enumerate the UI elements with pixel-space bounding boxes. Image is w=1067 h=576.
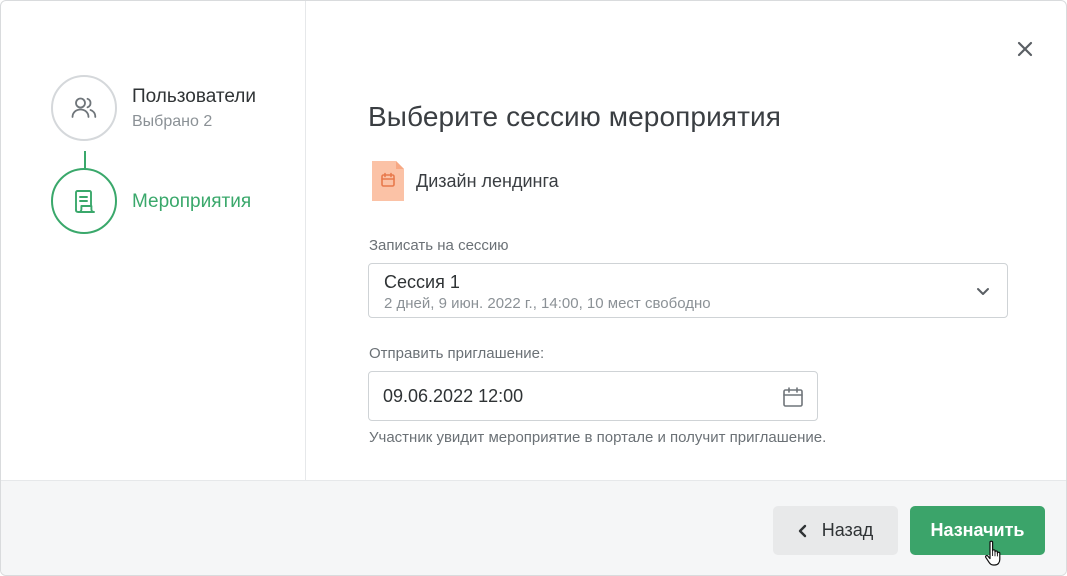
invite-date-input[interactable]: 09.06.2022 12:00	[368, 371, 818, 421]
back-button-label: Назад	[821, 520, 874, 540]
calendar-icon[interactable]	[781, 385, 805, 409]
step-users-circle[interactable]	[51, 75, 117, 141]
hand-cursor-icon	[985, 540, 1001, 566]
chevron-down-icon	[977, 288, 989, 295]
users-icon	[71, 97, 97, 118]
invite-label: Отправить приглашение:	[369, 345, 545, 362]
session-selected-name: Сессия 1	[384, 272, 460, 292]
document-icon	[75, 190, 95, 213]
assign-dialog: Пользователи Выбрано 2 Мероприятия Выбер…	[0, 0, 1067, 576]
chevron-left-icon	[798, 524, 806, 537]
step-users-subtitle: Выбрано 2	[132, 113, 213, 130]
session-label: Записать на сессию	[369, 237, 509, 254]
calendar-file-icon	[372, 161, 404, 201]
close-button[interactable]	[1012, 36, 1038, 62]
session-select[interactable]: Сессия 1 2 дней, 9 июн. 2022 г., 14:00, …	[368, 263, 1008, 318]
session-selected-details: 2 дней, 9 июн. 2022 г., 14:00, 10 мест с…	[384, 295, 711, 312]
event-name: Дизайн лендинга	[416, 171, 559, 191]
steps-panel: Пользователи Выбрано 2 Мероприятия	[1, 1, 306, 480]
step-users-title: Пользователи	[132, 86, 257, 107]
close-icon	[1017, 41, 1033, 57]
dialog-footer: Назад Назначить	[1, 480, 1066, 575]
assign-button[interactable]: Назначить	[910, 506, 1045, 555]
assign-button-label: Назначить	[930, 520, 1025, 540]
invite-hint: Участник увидит мероприятие в портале и …	[369, 429, 827, 446]
invite-date-value: 09.06.2022 12:00	[383, 386, 524, 406]
page-title: Выберите сессию мероприятия	[368, 101, 781, 132]
back-button[interactable]: Назад	[773, 506, 898, 555]
step-events-title: Мероприятия	[132, 191, 252, 212]
step-events-circle[interactable]	[51, 168, 117, 234]
